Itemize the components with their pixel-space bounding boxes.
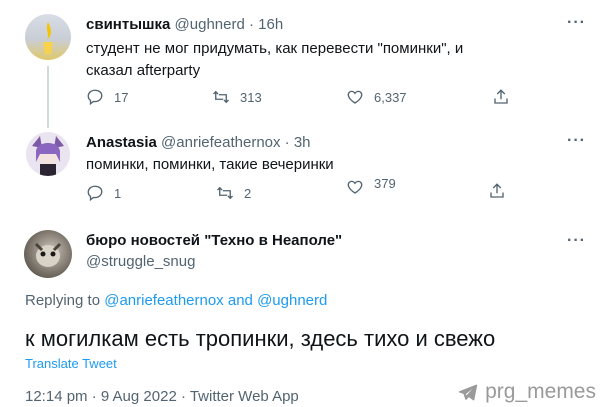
tweet-header: Anastasia @anriefeathernox · 3h	[86, 134, 311, 151]
tweet-2[interactable]: Anastasia @anriefeathernox · 3h ··· поми…	[0, 120, 606, 220]
retweet-icon	[213, 90, 229, 104]
avatar-image	[34, 242, 62, 267]
replying-to-user-link[interactable]: @anriefeathernox	[104, 292, 223, 309]
handle-time[interactable]: @ughnerd · 16h	[175, 16, 284, 33]
reply-count: 17	[114, 89, 129, 105]
retweet-count: 2	[244, 185, 252, 201]
retweet-button[interactable]: 313	[212, 88, 262, 106]
like-count: 379	[374, 175, 396, 191]
replying-to: Replying to @anriefeathernox and @ughner…	[25, 292, 327, 309]
retweet-button[interactable]: 2	[216, 184, 251, 202]
avatar[interactable]	[26, 132, 70, 176]
avatar[interactable]	[24, 230, 72, 278]
reply-icon	[87, 89, 103, 106]
main-tweet-handle: @struggle_snug	[86, 253, 195, 270]
main-tweet-text: к могилкам есть тропинки, здесь тихо и с…	[25, 326, 496, 351]
tweet-header: свинтышка @ughnerd · 16h	[86, 16, 283, 33]
like-button[interactable]: 6,337	[346, 88, 407, 106]
like-icon	[347, 90, 363, 104]
share-button[interactable]	[488, 182, 506, 200]
handle[interactable]: @struggle_snug	[86, 253, 195, 270]
main-tweet[interactable]: бюро новостей "Техно в Неаполе" @struggl…	[0, 220, 606, 407]
share-icon	[490, 183, 504, 198]
more-options-button[interactable]: ···	[567, 14, 586, 32]
tweet-1[interactable]: свинтышка @ughnerd · 16h ··· студент не …	[0, 0, 606, 120]
reply-button[interactable]: 1	[86, 184, 121, 202]
telegram-icon	[458, 384, 478, 401]
tweet-text: поминки, поминки, такие вечеринки	[86, 156, 334, 173]
replying-to-label: Replying to	[25, 292, 101, 309]
tweet-actions: 17 313 6,337	[86, 88, 526, 110]
reply-button[interactable]: 17	[86, 88, 128, 106]
handle-time[interactable]: @anriefeathernox · 3h	[161, 134, 310, 151]
avatar-image	[32, 136, 64, 176]
more-options-button[interactable]: ···	[567, 232, 586, 250]
replying-to-and: and	[227, 292, 253, 309]
reply-icon	[87, 185, 103, 202]
watermark: prg_memes	[457, 380, 596, 404]
more-options-button[interactable]: ···	[567, 132, 586, 150]
display-name[interactable]: бюро новостей "Техно в Неаполе"	[86, 232, 342, 249]
translate-tweet-link[interactable]: Translate Tweet	[25, 356, 117, 371]
display-name[interactable]: свинтышка	[86, 16, 170, 33]
retweet-count: 313	[240, 89, 262, 105]
tweet-timestamp[interactable]: 12:14 pm · 9 Aug 2022 · Twitter Web App	[25, 388, 299, 405]
replying-to-user-link[interactable]: @ughnerd	[257, 292, 327, 309]
display-name[interactable]: Anastasia	[86, 134, 157, 151]
share-icon	[494, 89, 508, 104]
like-button[interactable]: 379	[346, 175, 396, 196]
like-count: 6,337	[374, 89, 407, 105]
share-button[interactable]	[492, 88, 510, 106]
like-icon	[347, 180, 363, 194]
main-tweet-name: бюро новостей "Техно в Неаполе"	[86, 232, 342, 249]
avatar[interactable]	[25, 14, 71, 60]
avatar-image	[43, 22, 53, 54]
tweet-text: студент не мог придумать, как перевести …	[86, 40, 464, 79]
watermark-text: prg_memes	[485, 380, 596, 403]
tweet-actions: 1 2 379	[86, 176, 526, 206]
retweet-icon	[217, 186, 233, 200]
reply-count: 1	[114, 185, 122, 201]
